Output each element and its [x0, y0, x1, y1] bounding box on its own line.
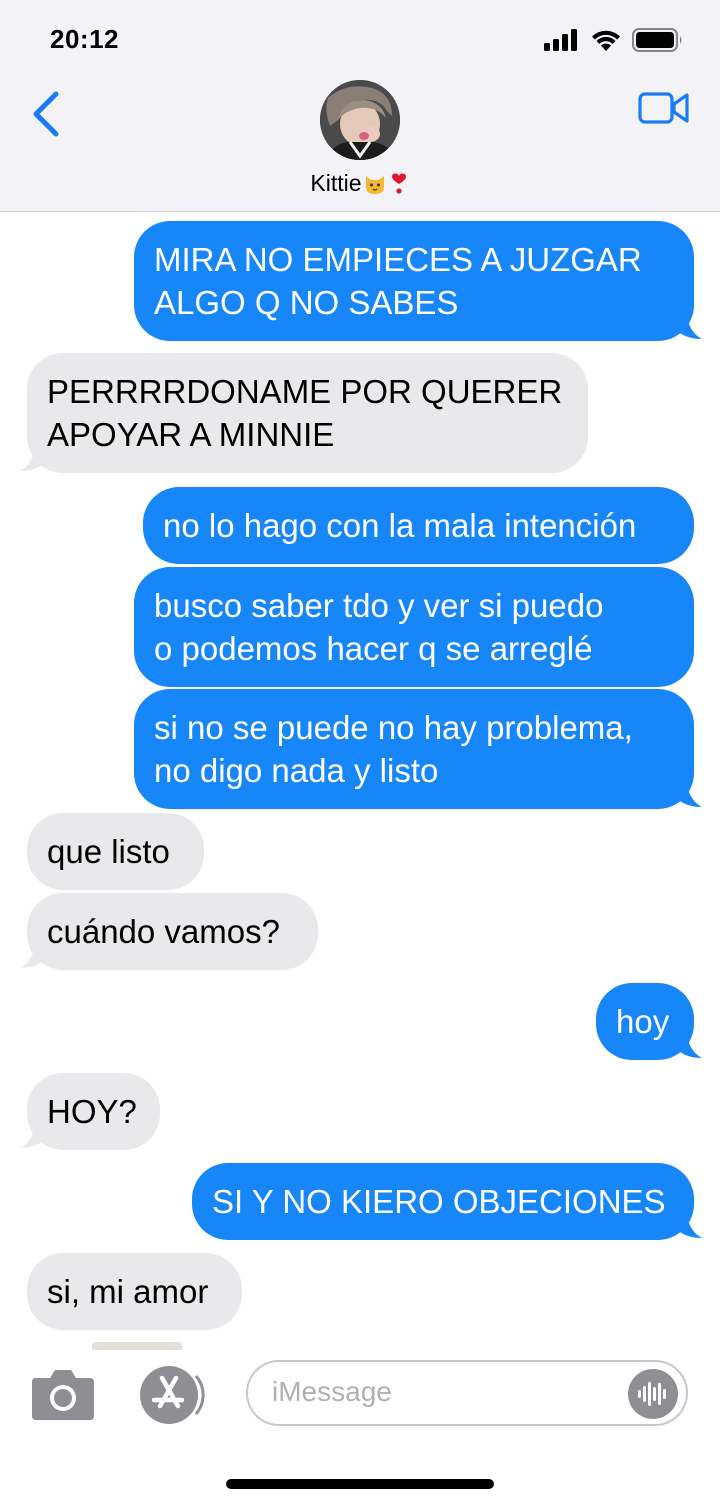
- message-line: PERRRRDONAME POR QUERER: [47, 373, 563, 410]
- heart-exclamation-icon: [391, 173, 406, 194]
- bubble-tail: [676, 310, 702, 339]
- message-line: cuándo vamos?: [47, 913, 280, 950]
- avatar-photo: [320, 80, 400, 160]
- message-input-placeholder: iMessage: [272, 1376, 392, 1407]
- message-line: si no se puede no hay problema,: [154, 709, 633, 746]
- message-line: o podemos hacer q se arreglé: [154, 630, 593, 667]
- message-line: HOY?: [47, 1093, 137, 1130]
- message-bubble-outgoing[interactable]: busco saber tdo y ver si puedo o podemos…: [134, 567, 694, 687]
- camera-icon[interactable]: [30, 1366, 96, 1422]
- message-bubble-outgoing[interactable]: no lo hago con la mala intención: [143, 487, 694, 564]
- partial-message-preview: [92, 1342, 182, 1350]
- message-line: no lo hago con la mala intención: [163, 507, 637, 544]
- message-bubble-incoming[interactable]: que listo: [27, 813, 204, 890]
- bubble-tail: [676, 1029, 702, 1058]
- app-store-icon[interactable]: [136, 1364, 208, 1426]
- message-bubble-incoming[interactable]: PERRRRDONAME POR QUERER APOYAR A MINNIE: [27, 353, 588, 473]
- message-bubble-incoming[interactable]: HOY?: [27, 1073, 160, 1150]
- message-line: no digo nada y listo: [154, 752, 439, 789]
- message-line: SI Y NO KIERO OBJECIONES: [212, 1183, 666, 1220]
- conversation-header: 20:12 Kittie: [0, 0, 720, 212]
- cat-face-icon: [365, 175, 384, 194]
- contact-name-label: Kittie: [310, 170, 362, 196]
- status-time: 20:12: [50, 24, 119, 54]
- home-indicator[interactable]: [226, 1479, 494, 1489]
- audio-message-button[interactable]: [628, 1369, 678, 1419]
- battery-icon: [632, 28, 682, 52]
- message-input[interactable]: iMessage: [246, 1360, 688, 1426]
- back-icon[interactable]: [28, 88, 68, 140]
- bubble-tail: [20, 939, 46, 968]
- message-line: busco saber tdo y ver si puedo: [154, 587, 604, 624]
- message-bubble-outgoing[interactable]: SI Y NO KIERO OBJECIONES: [192, 1163, 694, 1240]
- bubble-tail: [20, 1119, 46, 1148]
- status-icons: [544, 28, 684, 52]
- cellular-signal-icon: [544, 29, 577, 51]
- waveform-icon: [638, 1382, 666, 1406]
- message-bubble-outgoing[interactable]: si no se puede no hay problema, no digo …: [134, 689, 694, 809]
- message-line: APOYAR A MINNIE: [47, 416, 335, 453]
- bubble-tail: [20, 442, 46, 471]
- message-line: si, mi amor: [47, 1273, 209, 1310]
- message-line: hoy: [616, 1003, 670, 1040]
- contact-name[interactable]: Kittie: [0, 170, 720, 197]
- messages-screen: 20:12 Kittie MIRA NO EMPIECES A JUZGAR A…: [0, 0, 720, 1506]
- video-call-icon[interactable]: [638, 90, 690, 126]
- message-line: MIRA NO EMPIECES A JUZGAR: [154, 241, 642, 278]
- message-bubble-outgoing[interactable]: MIRA NO EMPIECES A JUZGAR ALGO Q NO SABE…: [134, 221, 694, 341]
- message-bubble-incoming[interactable]: cuándo vamos?: [27, 893, 318, 970]
- bubble-tail: [676, 778, 702, 807]
- avatar[interactable]: [320, 80, 400, 160]
- message-line: que listo: [47, 833, 170, 870]
- message-line: ALGO Q NO SABES: [154, 284, 459, 321]
- wifi-icon: [592, 30, 620, 51]
- message-bubble-incoming[interactable]: si, mi amor: [27, 1253, 242, 1330]
- bubble-tail: [676, 1209, 702, 1238]
